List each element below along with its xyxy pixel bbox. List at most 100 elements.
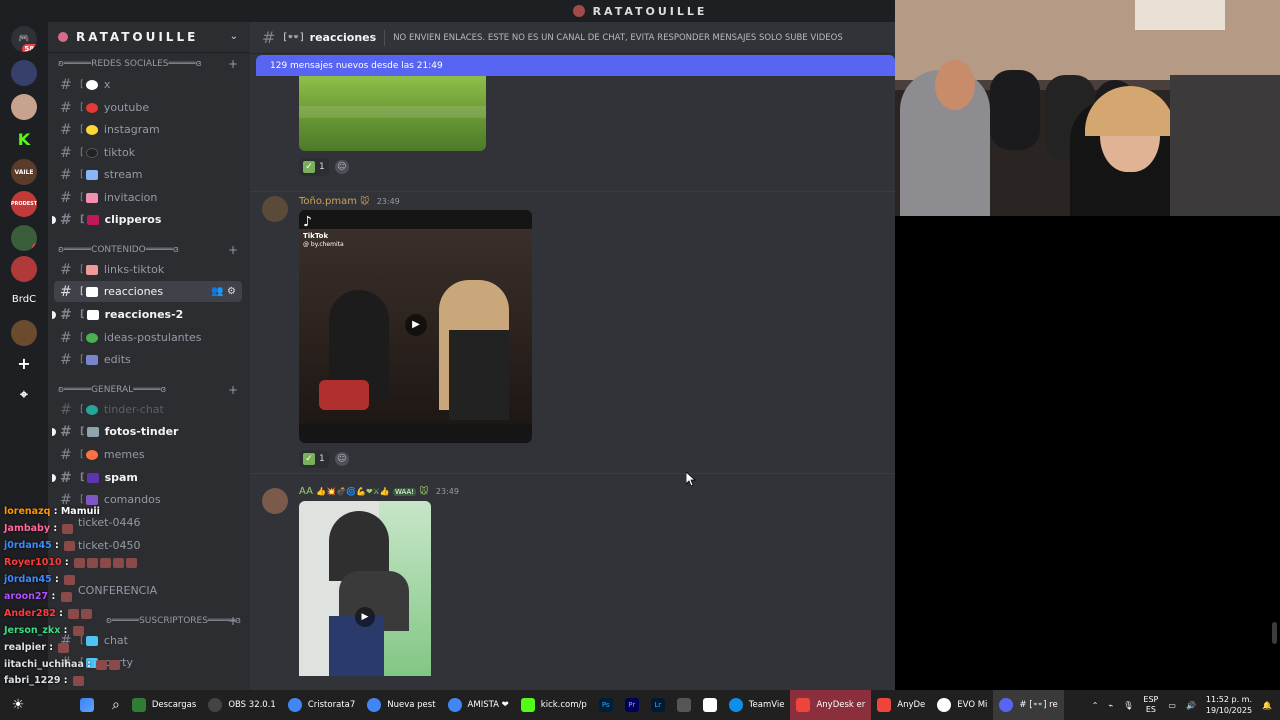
- server-icon-kick[interactable]: K: [11, 126, 37, 152]
- channel-emoji-icon: [85, 449, 98, 460]
- taskbar-chrome-3[interactable]: AMISTA ❤: [442, 690, 515, 720]
- new-messages-bar[interactable]: 129 mensajes nuevos desde las 21:49: [256, 55, 895, 76]
- category-general[interactable]: ʚ═════GENERAL═════ɞ: [58, 385, 166, 395]
- server-header[interactable]: RATATOUILLE ⌄: [48, 22, 250, 53]
- channel-label: clipperos: [104, 213, 162, 226]
- channel-links-tiktok[interactable]: #[links-tiktok: [54, 259, 242, 280]
- search-button[interactable]: ⌕: [106, 690, 126, 720]
- category-redes-sociales[interactable]: ʚ═════REDES SOCIALES═════ɞ: [58, 59, 202, 69]
- play-icon[interactable]: ▶: [405, 314, 427, 336]
- channel-emoji-icon: [86, 309, 99, 320]
- volume-icon[interactable]: 🔊: [1186, 701, 1196, 710]
- channel-stream[interactable]: #[stream: [54, 164, 242, 185]
- channel-reacciones[interactable]: #[reacciones 👥 ⚙: [54, 281, 242, 302]
- chat-username: Jerson_zkx: [4, 625, 61, 636]
- taskbar-downloads[interactable]: Descargas: [126, 690, 202, 720]
- server-icon[interactable]: [11, 256, 37, 282]
- channel-x[interactable]: #[x: [54, 74, 242, 95]
- reaction-checkmark[interactable]: ✓ 1: [299, 158, 329, 176]
- taskbar-obs[interactable]: OBS 32.0.1: [202, 690, 282, 720]
- channel-topic[interactable]: NO ENVIEN ENLACES. ESTE NO ES UN CANAL D…: [393, 33, 843, 43]
- taskbar-premiere[interactable]: Pr: [619, 690, 645, 720]
- channel-memes[interactable]: #[memes: [54, 444, 242, 465]
- channel-tiktok[interactable]: #[tiktok: [54, 142, 242, 163]
- premiere-icon: Pr: [624, 698, 639, 712]
- emote-icon: [58, 642, 70, 653]
- server-icon[interactable]: BrdC: [11, 286, 37, 312]
- server-icon[interactable]: [11, 320, 37, 346]
- chevron-up-icon[interactable]: ⌃: [1092, 701, 1099, 710]
- taskbar-app[interactable]: [671, 690, 697, 720]
- server-icon[interactable]: VAILE: [11, 159, 37, 185]
- network-icon[interactable]: ⌁: [1108, 701, 1113, 710]
- reaction-checkmark[interactable]: ✓ 1: [299, 450, 329, 468]
- dm-home-icon[interactable]: 🎮 582: [11, 26, 37, 52]
- taskbar-label: Nueva pest: [387, 700, 436, 710]
- channel-label: tinder-chat: [103, 403, 164, 416]
- add-channel-icon[interactable]: +: [228, 243, 238, 257]
- start-button[interactable]: [74, 690, 106, 720]
- taskbar: ☀ ⌕ Descargas OBS 32.0.1 Cristorata7 Nue…: [0, 690, 1280, 720]
- search-icon: ⌕: [112, 697, 120, 713]
- video-attachment[interactable]: ▶: [299, 501, 431, 676]
- taskbar-chrome-1[interactable]: Cristorata7: [282, 690, 361, 720]
- channel-ideas-postulantes[interactable]: #[ideas-postulantes: [54, 327, 242, 348]
- taskbar-capcut[interactable]: [697, 690, 723, 720]
- message-list: ✓ 1 ☺ Toño.pmam 🐭 23:49 ♪ TikTok @ by.che…: [250, 76, 895, 676]
- channel-emoji-icon: [👓]: [283, 32, 304, 43]
- add-reaction-icon[interactable]: ☺: [334, 160, 349, 174]
- server-icon[interactable]: 2: [11, 225, 37, 251]
- microphone-icon[interactable]: 🎙: [1123, 701, 1133, 710]
- taskbar-lightroom[interactable]: Lr: [645, 690, 671, 720]
- display-icon[interactable]: ▭: [1168, 701, 1176, 710]
- add-channel-icon[interactable]: +: [228, 383, 238, 397]
- author-name[interactable]: Toño.pmam: [299, 196, 357, 207]
- channel-fotos-tinder[interactable]: #[fotos-tinder: [52, 421, 242, 442]
- taskbar-chrome-2[interactable]: Nueva pest: [361, 690, 441, 720]
- chat-username: j0rdan45: [4, 540, 52, 551]
- channel-label: tiktok: [103, 146, 136, 159]
- language-indicator[interactable]: ESP ES: [1143, 695, 1158, 715]
- channel-youtube[interactable]: #[youtube: [54, 97, 242, 118]
- weather-icon[interactable]: ☀: [0, 690, 36, 720]
- taskbar-anydesk-2[interactable]: AnyDe: [871, 690, 931, 720]
- invite-settings-icons[interactable]: 👥 ⚙: [211, 286, 236, 297]
- attachment-image[interactable]: [299, 76, 486, 151]
- timestamp: 23:49: [435, 487, 459, 496]
- play-icon[interactable]: ▶: [355, 607, 375, 627]
- add-reaction-icon[interactable]: ☺: [334, 452, 349, 466]
- taskbar-kick[interactable]: kick.com/p: [515, 690, 593, 720]
- channel-reacciones-2[interactable]: #[reacciones-2: [52, 304, 242, 325]
- taskbar-anydesk-1[interactable]: AnyDesk er: [790, 690, 872, 720]
- taskbar-evo[interactable]: EVO Mi: [931, 690, 993, 720]
- avatar[interactable]: [262, 488, 288, 514]
- channel-invitacion[interactable]: #[invitacion: [54, 187, 242, 208]
- taskbar-photoshop[interactable]: Ps: [593, 690, 619, 720]
- taskbar-discord[interactable]: # [👓] re: [993, 690, 1064, 720]
- channel-tinder-chat[interactable]: #[tinder-chat: [54, 399, 242, 420]
- channel-label: spam: [104, 471, 138, 484]
- chevron-down-icon[interactable]: ⌄: [230, 31, 238, 42]
- notification-icon[interactable]: 🔔: [1262, 701, 1272, 710]
- badge-icon: 🐭: [360, 197, 370, 207]
- taskbar-teamviewer[interactable]: TeamVie: [723, 690, 791, 720]
- server-icon[interactable]: [11, 60, 37, 86]
- author-name[interactable]: AA: [299, 486, 313, 497]
- clock[interactable]: 11:52 p. m. 19/10/2025: [1206, 694, 1252, 716]
- checkmark-icon: ✓: [303, 453, 315, 465]
- avatar[interactable]: [262, 196, 288, 222]
- discover-icon[interactable]: ⌖: [11, 382, 37, 408]
- add-channel-icon[interactable]: +: [228, 57, 238, 71]
- channel-spam[interactable]: #[spam: [52, 467, 242, 488]
- channel-edits[interactable]: #[edits: [54, 349, 242, 370]
- channel-instagram[interactable]: #[instagram: [54, 119, 242, 140]
- checkmark-icon: ✓: [303, 161, 315, 173]
- scrollbar[interactable]: [1272, 622, 1277, 644]
- video-attachment[interactable]: ♪ TikTok @ by.chemita ▶: [299, 210, 532, 443]
- server-icon[interactable]: PRODEST: [11, 191, 37, 217]
- channel-emoji-icon: [85, 264, 98, 275]
- server-icon[interactable]: [11, 94, 37, 120]
- channel-clipperos[interactable]: #[clipperos: [52, 209, 242, 230]
- add-server-icon[interactable]: +: [11, 350, 37, 376]
- category-contenido[interactable]: ʚ═════CONTENIDO═════ɞ: [58, 245, 179, 255]
